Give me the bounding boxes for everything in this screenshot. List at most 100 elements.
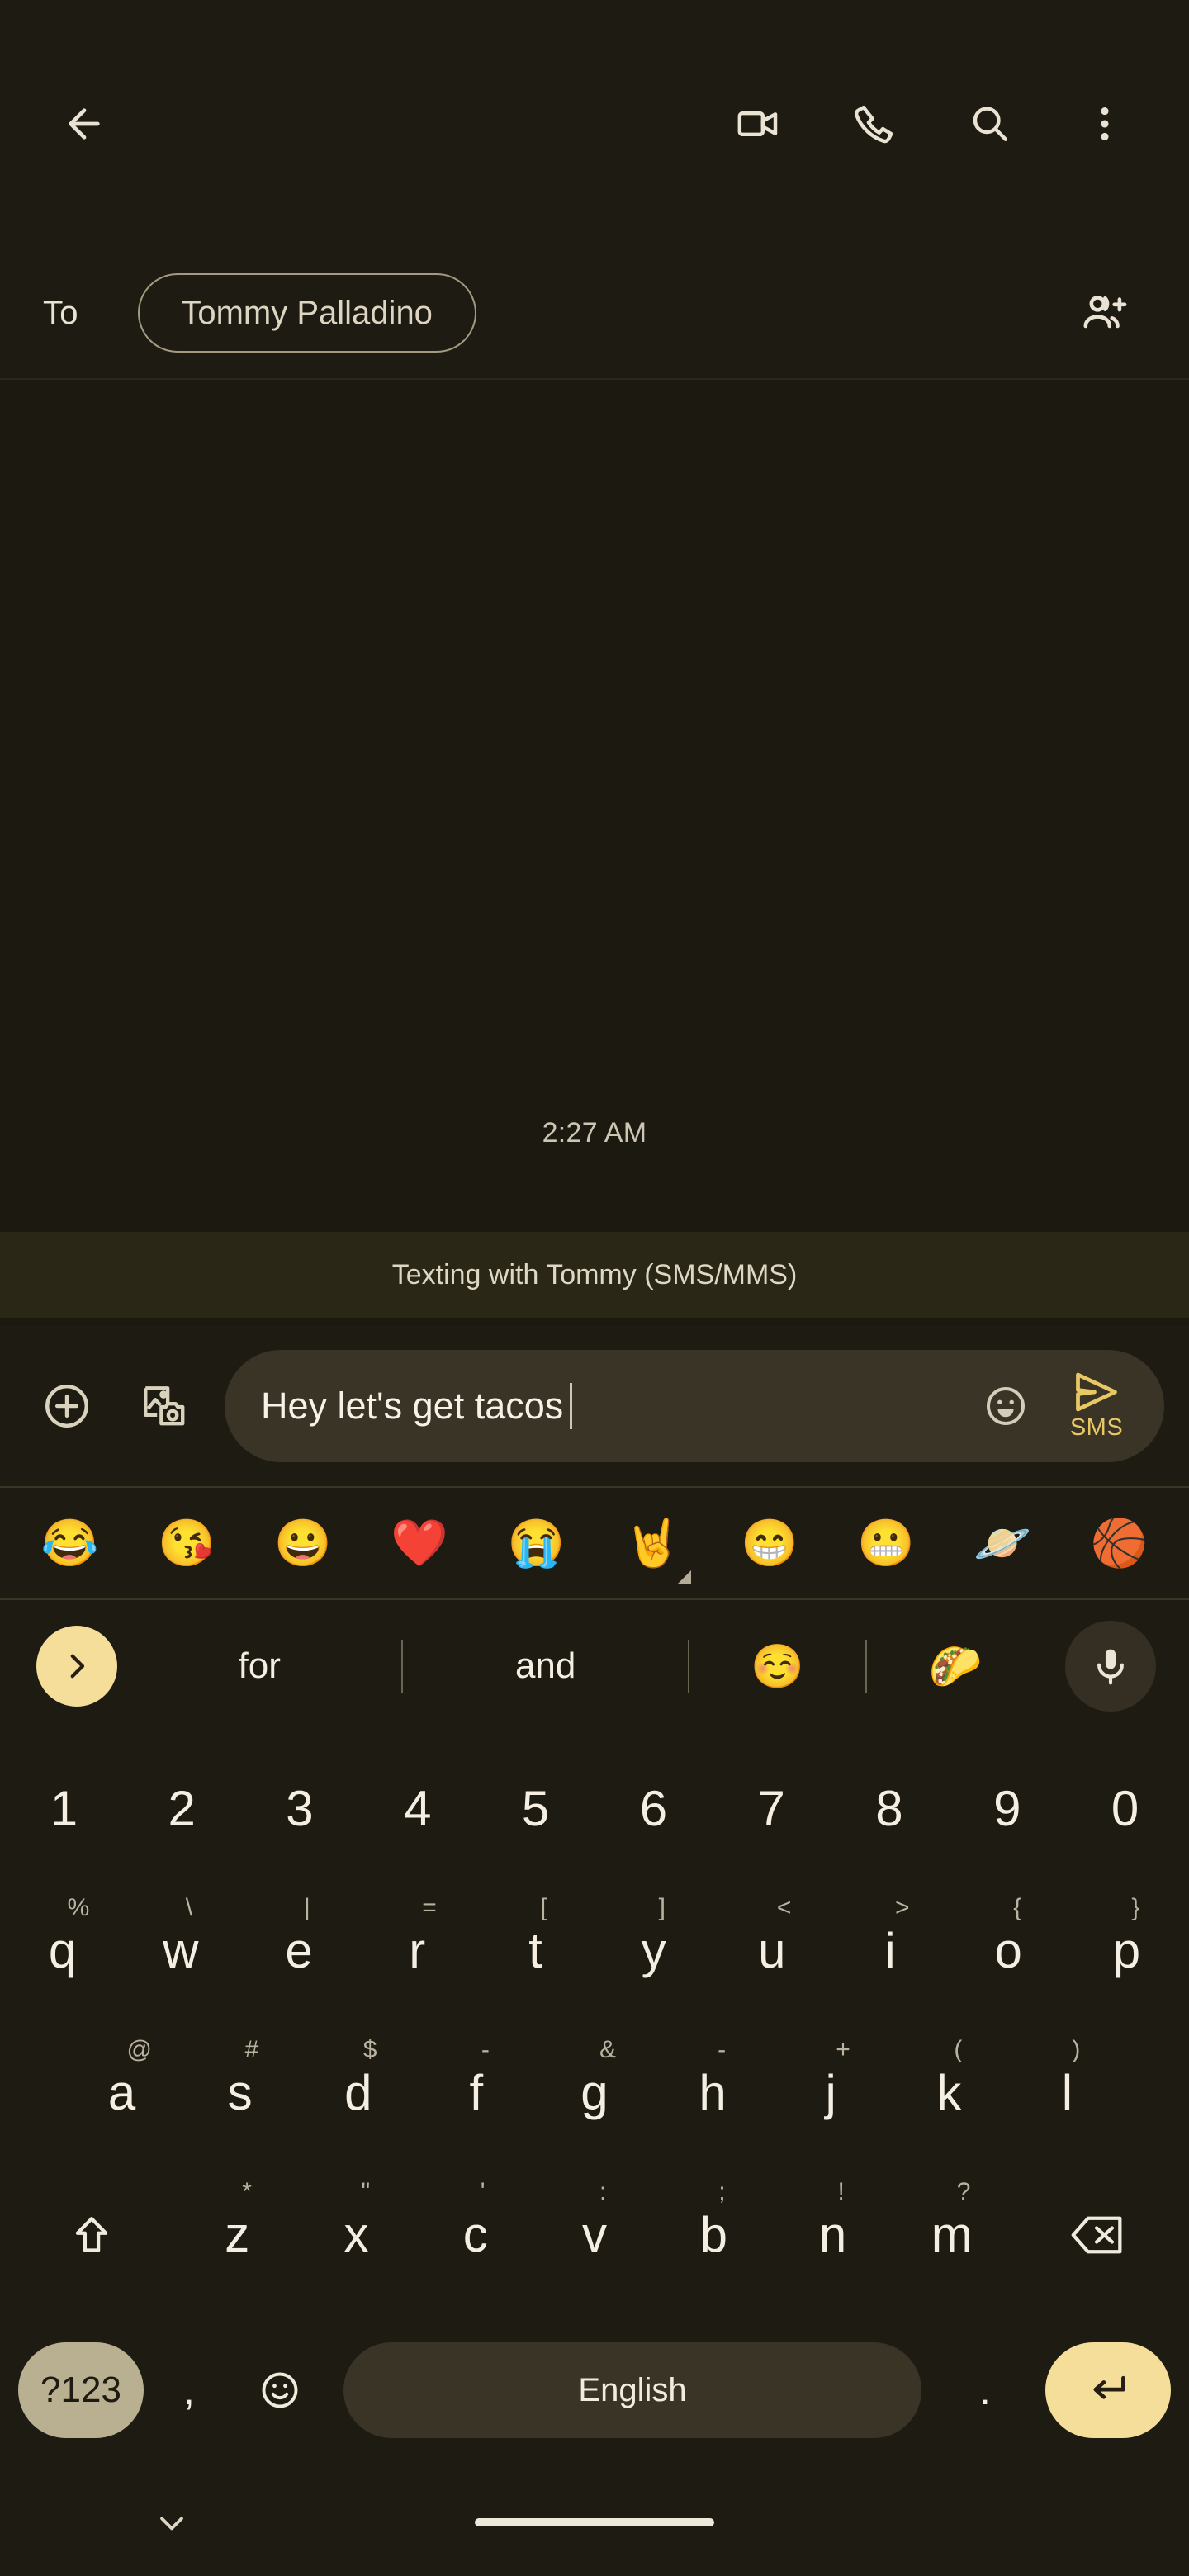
message-input-container[interactable]: Hey let's get tacos SMS — [225, 1350, 1164, 1462]
app-bar-actions — [712, 78, 1151, 170]
key-label: u — [758, 1923, 786, 1978]
key-e[interactable]: | e — [239, 1886, 358, 2016]
video-call-icon[interactable] — [712, 78, 804, 170]
key-label: 2 — [168, 1781, 196, 1836]
key-o[interactable]: {o — [950, 1886, 1068, 2016]
key-q[interactable]: % q — [3, 1886, 121, 2016]
arrow-back-icon[interactable] — [38, 78, 130, 170]
key-z[interactable]: * z — [178, 2170, 296, 2300]
key-label: w — [163, 1923, 199, 1978]
key-label: 5 — [521, 1781, 550, 1836]
key-7[interactable]: 7 — [713, 1744, 831, 1874]
suggestion-smiling-face-emoji[interactable]: ☺️ — [689, 1600, 866, 1732]
key-n[interactable]: ! n — [773, 2170, 892, 2300]
comma-key[interactable]: , — [144, 2342, 234, 2438]
key-x[interactable]: " x — [296, 2170, 415, 2300]
key-m[interactable]: ? m — [893, 2170, 1011, 2300]
key-label: q — [48, 1923, 77, 1978]
key-4[interactable]: 4 — [358, 1744, 476, 1874]
key-0[interactable]: 0 — [1066, 1744, 1184, 1874]
key-label: y — [641, 1923, 666, 1978]
emoji-smiley-icon[interactable] — [964, 1365, 1047, 1447]
key-2[interactable]: 2 — [123, 1744, 241, 1874]
emoji-suggestion[interactable]: 🏀 — [1061, 1488, 1177, 1598]
app-bar — [0, 0, 1189, 248]
key-c[interactable]: ' c — [416, 2170, 535, 2300]
suggestion-word-2[interactable]: and — [403, 1600, 687, 1732]
send-button[interactable]: SMS — [1047, 1357, 1146, 1456]
emoji-suggestion[interactable]: 😀 — [244, 1488, 361, 1598]
key-8[interactable]: 8 — [831, 1744, 949, 1874]
key-u[interactable]: < u — [713, 1886, 831, 2016]
search-icon[interactable] — [943, 78, 1035, 170]
key-6[interactable]: 6 — [594, 1744, 713, 1874]
emoji-keyboard-icon[interactable] — [234, 2342, 325, 2438]
key-9[interactable]: 9 — [948, 1744, 1066, 1874]
conversation-thread: 2:27 AM Texting with Tommy (SMS/MMS) — [0, 380, 1189, 1326]
overflow-menu-icon[interactable] — [1059, 78, 1151, 170]
backspace-icon[interactable] — [1011, 2170, 1184, 2300]
phone-call-icon[interactable] — [827, 78, 920, 170]
home-indicator[interactable] — [475, 2518, 714, 2526]
emoji-suggestion[interactable]: 😁 — [711, 1488, 827, 1598]
key-label: 7 — [757, 1781, 785, 1836]
symbols-key[interactable]: ?123 — [18, 2342, 144, 2438]
emoji-suggestion[interactable]: 😭 — [478, 1488, 594, 1598]
key-v[interactable]: :v — [535, 2170, 654, 2300]
suggestion-taco-emoji[interactable]: 🌮 — [867, 1600, 1044, 1732]
emoji-suggestion[interactable]: 🤘 — [594, 1488, 711, 1598]
key-k[interactable]: (k — [890, 2028, 1008, 2158]
suggestion-word-1[interactable]: for — [117, 1600, 401, 1732]
key-f[interactable]: -f — [417, 2028, 535, 2158]
key-label: h — [699, 2065, 727, 2120]
recipient-row: To Tommy Palladino — [0, 248, 1189, 380]
key-b[interactable]: ; b — [654, 2170, 773, 2300]
key-alt-label: * — [242, 2178, 252, 2205]
key-h[interactable]: -h — [654, 2028, 772, 2158]
shift-arrow-icon[interactable] — [5, 2170, 178, 2300]
key-y[interactable]: ] y — [594, 1886, 713, 2016]
key-a[interactable]: @ a — [63, 2028, 181, 2158]
suggestion-strip: for and ☺️ 🌮 — [0, 1600, 1189, 1732]
space-key[interactable]: English — [343, 2342, 921, 2438]
key-alt-label: - — [718, 2036, 727, 2063]
person-add-icon[interactable] — [1059, 267, 1151, 359]
emoji-suggestion[interactable]: 😂 — [12, 1488, 128, 1598]
key-alt-label: + — [836, 2036, 850, 2063]
recipient-chip[interactable]: Tommy Palladino — [137, 273, 476, 353]
image-camera-icon[interactable] — [119, 1361, 210, 1451]
key-5[interactable]: 5 — [476, 1744, 594, 1874]
key-w[interactable]: \ w — [121, 1886, 239, 2016]
message-input[interactable]: Hey let's get tacos — [261, 1383, 964, 1429]
plus-circle-icon[interactable] — [21, 1361, 112, 1451]
emoji-suggestion[interactable]: ❤️ — [362, 1488, 478, 1598]
microphone-icon[interactable] — [1065, 1621, 1156, 1712]
key-1[interactable]: 1 — [5, 1744, 123, 1874]
chevron-right-icon[interactable] — [36, 1626, 117, 1707]
key-alt-label: & — [599, 2036, 616, 2063]
key-s[interactable]: # s — [181, 2028, 299, 2158]
key-l[interactable]: ) l — [1008, 2028, 1126, 2158]
period-key[interactable]: . — [940, 2342, 1030, 2438]
keyboard-row-space: ?123 , English . — [0, 2312, 1189, 2469]
keyboard-row-bottom: * z " x ' c :v ; b ! n ? m — [0, 2170, 1189, 2312]
key-p[interactable]: } p — [1068, 1886, 1186, 2016]
key-r[interactable]: = r — [358, 1886, 476, 2016]
emoji-suggestion[interactable]: 🪐 — [945, 1488, 1061, 1598]
key-label: c — [462, 2207, 488, 2262]
emoji-suggestion[interactable]: 😬 — [827, 1488, 944, 1598]
key-j[interactable]: + j — [772, 2028, 890, 2158]
basketball-emoji: 🏀 — [1090, 1517, 1149, 1569]
key-d[interactable]: $ d — [299, 2028, 417, 2158]
key-alt-label: ' — [480, 2178, 486, 2205]
key-alt-label: } — [1131, 1894, 1140, 1921]
key-alt-label: = — [422, 1894, 437, 1921]
chevron-down-icon[interactable] — [139, 2489, 205, 2555]
key-alt-label: # — [244, 2036, 259, 2063]
key-t[interactable]: [t — [476, 1886, 594, 2016]
key-i[interactable]: > i — [831, 1886, 949, 2016]
key-g[interactable]: & g — [535, 2028, 653, 2158]
emoji-suggestion[interactable]: 😘 — [128, 1488, 244, 1598]
key-3[interactable]: 3 — [241, 1744, 359, 1874]
enter-return-icon[interactable] — [1045, 2342, 1171, 2438]
